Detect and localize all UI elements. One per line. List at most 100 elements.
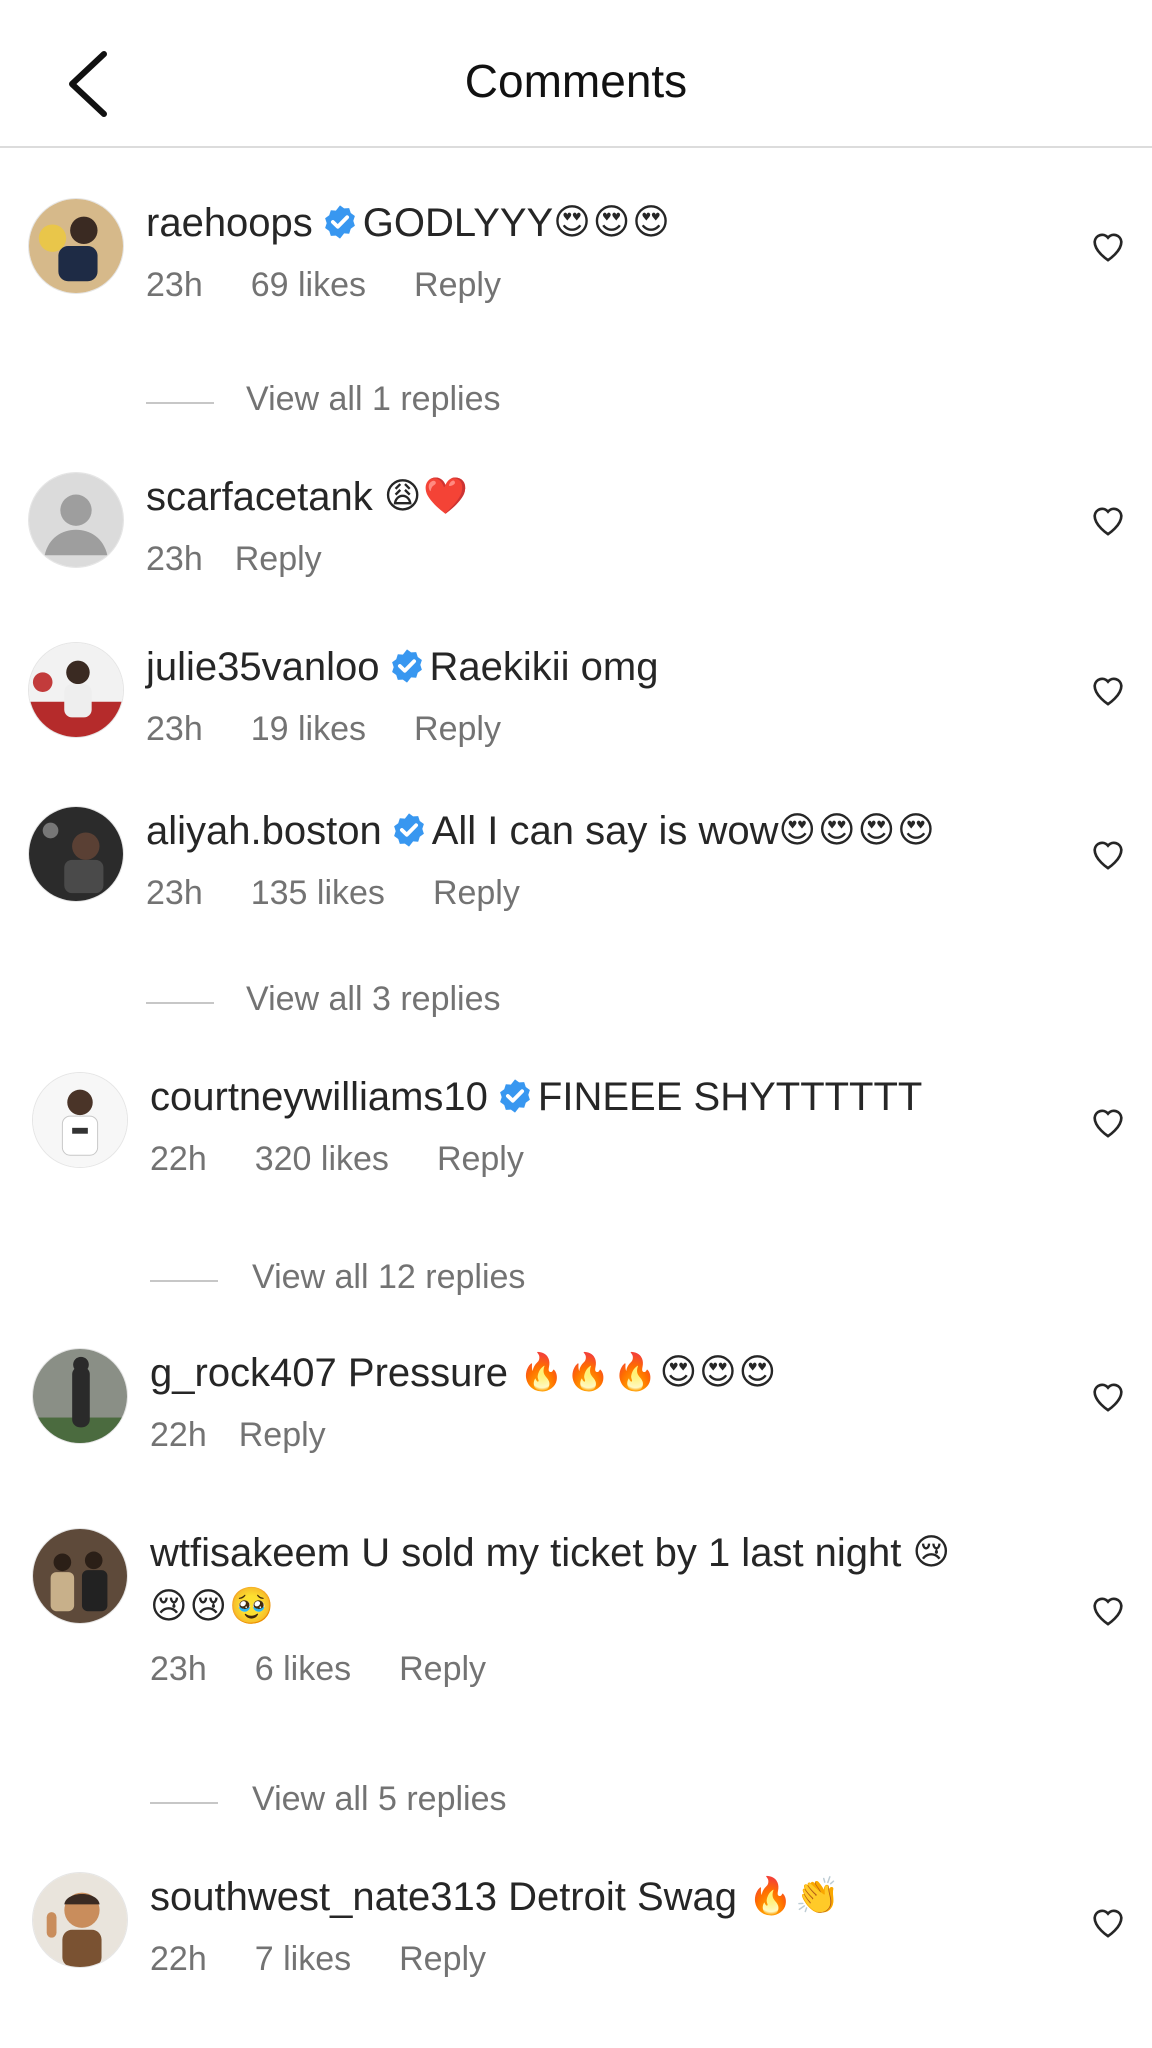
- like-count[interactable]: 69 likes: [251, 266, 366, 304]
- comment-text: U sold my ticket by 1 last night: [361, 1531, 902, 1575]
- comment-emoji: 🔥👏: [748, 1876, 842, 1917]
- avatar[interactable]: [28, 472, 124, 568]
- comment-item: scarfacetank 😩❤️ 23h Reply: [0, 432, 1152, 620]
- username[interactable]: southwest_nate313: [150, 1875, 497, 1919]
- comment-emoji: 😢😢🥹: [150, 1586, 276, 1627]
- comment-item: g_rock407 Pressure 🔥🔥🔥😍😍😍 22h Reply: [0, 1310, 1152, 1506]
- view-replies[interactable]: View all 5 replies: [0, 1772, 1152, 1832]
- like-heart-icon[interactable]: [1088, 1102, 1128, 1142]
- view-replies-link[interactable]: View all 1 replies: [246, 380, 501, 419]
- comment-meta: 22h Reply: [150, 1416, 992, 1455]
- comment-item: courtneywilliams10 FINEEE SHYTTTTTT 22h 32…: [0, 1032, 1152, 1250]
- verified-badge-icon: [393, 813, 424, 847]
- comment-text: Detroit Swag: [508, 1875, 738, 1919]
- like-heart-icon[interactable]: [1088, 1902, 1128, 1942]
- divider: [150, 1802, 218, 1804]
- reply-button[interactable]: Reply: [399, 1650, 486, 1688]
- comment-item: aliyah.boston All I can say is wow😍😍😍😍 23…: [0, 806, 1152, 972]
- divider: [150, 1280, 218, 1282]
- comment-body: aliyah.boston All I can say is wow😍😍😍😍 23…: [146, 806, 992, 913]
- timestamp: 23h: [146, 710, 203, 748]
- comment-meta: 23h 19 likes Reply: [146, 710, 992, 749]
- comment-body: raehoops GODLYYY😍😍😍 23h 69 likes Reply: [146, 198, 992, 305]
- comment-text: GODLYYY: [362, 201, 554, 245]
- verified-badge-icon: [391, 649, 422, 683]
- comment-meta: 23h 6 likes Reply: [150, 1650, 992, 1689]
- reply-button[interactable]: Reply: [235, 540, 322, 578]
- username[interactable]: scarfacetank: [146, 475, 373, 519]
- reply-button[interactable]: Reply: [399, 1940, 486, 1978]
- timestamp: 22h: [150, 1940, 207, 1978]
- like-count[interactable]: 19 likes: [251, 710, 366, 748]
- divider: [146, 1002, 214, 1004]
- timestamp: 22h: [150, 1416, 207, 1454]
- like-heart-icon[interactable]: [1088, 670, 1128, 710]
- like-heart-icon[interactable]: [1088, 1376, 1128, 1416]
- timestamp: 23h: [146, 540, 203, 578]
- view-replies-link[interactable]: View all 5 replies: [252, 1780, 507, 1819]
- avatar[interactable]: [32, 1528, 128, 1624]
- view-replies[interactable]: View all 1 replies: [0, 372, 1152, 432]
- like-heart-icon[interactable]: [1088, 500, 1128, 540]
- username[interactable]: wtfisakeem: [150, 1531, 350, 1575]
- comment-meta: 23h 135 likes Reply: [146, 874, 992, 913]
- verified-badge-icon: [500, 1079, 530, 1113]
- comment-item: wtfisakeem U sold my ticket by 1 last ni…: [0, 1506, 1152, 1772]
- view-replies[interactable]: View all 12 replies: [0, 1250, 1152, 1310]
- comment-body: julie35vanloo Raekikii omg 23h 19 likes Rep…: [146, 642, 992, 749]
- comment-body: g_rock407 Pressure 🔥🔥🔥😍😍😍 22h Reply: [150, 1348, 992, 1455]
- avatar[interactable]: [32, 1872, 128, 1968]
- comment-item: julie35vanloo Raekikii omg 23h 19 likes Rep…: [0, 620, 1152, 806]
- timestamp: 22h: [150, 1140, 207, 1178]
- like-heart-icon[interactable]: [1088, 1590, 1128, 1630]
- comment-text: Pressure: [347, 1351, 508, 1395]
- avatar[interactable]: [32, 1348, 128, 1444]
- divider: [146, 402, 214, 404]
- username[interactable]: courtneywilliams10: [150, 1075, 488, 1119]
- view-replies-link[interactable]: View all 12 replies: [252, 1258, 525, 1297]
- comment-meta: 23h Reply: [146, 540, 992, 579]
- comment-text: All I can say is wow: [431, 809, 779, 853]
- comment-meta: 23h 69 likes Reply: [146, 266, 992, 305]
- like-heart-icon[interactable]: [1088, 834, 1128, 874]
- reply-button[interactable]: Reply: [433, 874, 520, 912]
- reply-button[interactable]: Reply: [414, 710, 501, 748]
- reply-button[interactable]: Reply: [239, 1416, 326, 1454]
- comment-emoji: 😍😍😍: [553, 202, 672, 243]
- view-replies[interactable]: View all 3 replies: [0, 972, 1152, 1032]
- username[interactable]: julie35vanloo: [146, 645, 380, 689]
- view-replies-link[interactable]: View all 3 replies: [246, 980, 501, 1019]
- avatar[interactable]: [28, 806, 124, 902]
- page-title: Comments: [464, 55, 688, 107]
- reply-button[interactable]: Reply: [437, 1140, 524, 1178]
- like-count[interactable]: 320 likes: [255, 1140, 389, 1178]
- header: Comments: [0, 0, 1152, 148]
- comment-item: raehoops GODLYYY😍😍😍 23h 69 likes Reply: [0, 148, 1152, 372]
- comment-meta: 22h 320 likes Reply: [150, 1140, 992, 1179]
- comment-emoji: 😢: [912, 1532, 953, 1573]
- timestamp: 23h: [146, 266, 203, 304]
- comment-emoji: 😩❤️: [383, 476, 471, 517]
- username[interactable]: g_rock407: [150, 1351, 337, 1395]
- reply-button[interactable]: Reply: [414, 266, 501, 304]
- verified-badge-icon: [324, 205, 355, 239]
- comment-list: raehoops GODLYYY😍😍😍 23h 69 likes Reply View…: [0, 148, 1152, 2012]
- like-count[interactable]: 7 likes: [255, 1940, 351, 1978]
- like-count[interactable]: 6 likes: [255, 1650, 351, 1688]
- avatar[interactable]: [32, 1072, 128, 1168]
- username[interactable]: aliyah.boston: [146, 809, 382, 853]
- username[interactable]: raehoops: [146, 201, 313, 245]
- comment-meta: 22h 7 likes Reply: [150, 1940, 992, 1979]
- comment-body: southwest_nate313 Detroit Swag 🔥👏 22h 7 l…: [150, 1872, 992, 1979]
- like-count[interactable]: 135 likes: [251, 874, 385, 912]
- avatar[interactable]: [28, 198, 124, 294]
- comment-item: southwest_nate313 Detroit Swag 🔥👏 22h 7 l…: [0, 1832, 1152, 2012]
- comment-body: scarfacetank 😩❤️ 23h Reply: [146, 472, 992, 579]
- timestamp: 23h: [150, 1650, 207, 1688]
- comment-body: courtneywilliams10 FINEEE SHYTTTTTT 22h 32…: [150, 1072, 992, 1179]
- avatar[interactable]: [28, 642, 124, 738]
- comment-text: FINEEE SHYTTTTTT: [537, 1075, 923, 1119]
- comment-body: wtfisakeem U sold my ticket by 1 last ni…: [150, 1528, 992, 1689]
- like-heart-icon[interactable]: [1088, 226, 1128, 266]
- comment-emoji: 🔥🔥🔥😍😍😍: [519, 1352, 779, 1393]
